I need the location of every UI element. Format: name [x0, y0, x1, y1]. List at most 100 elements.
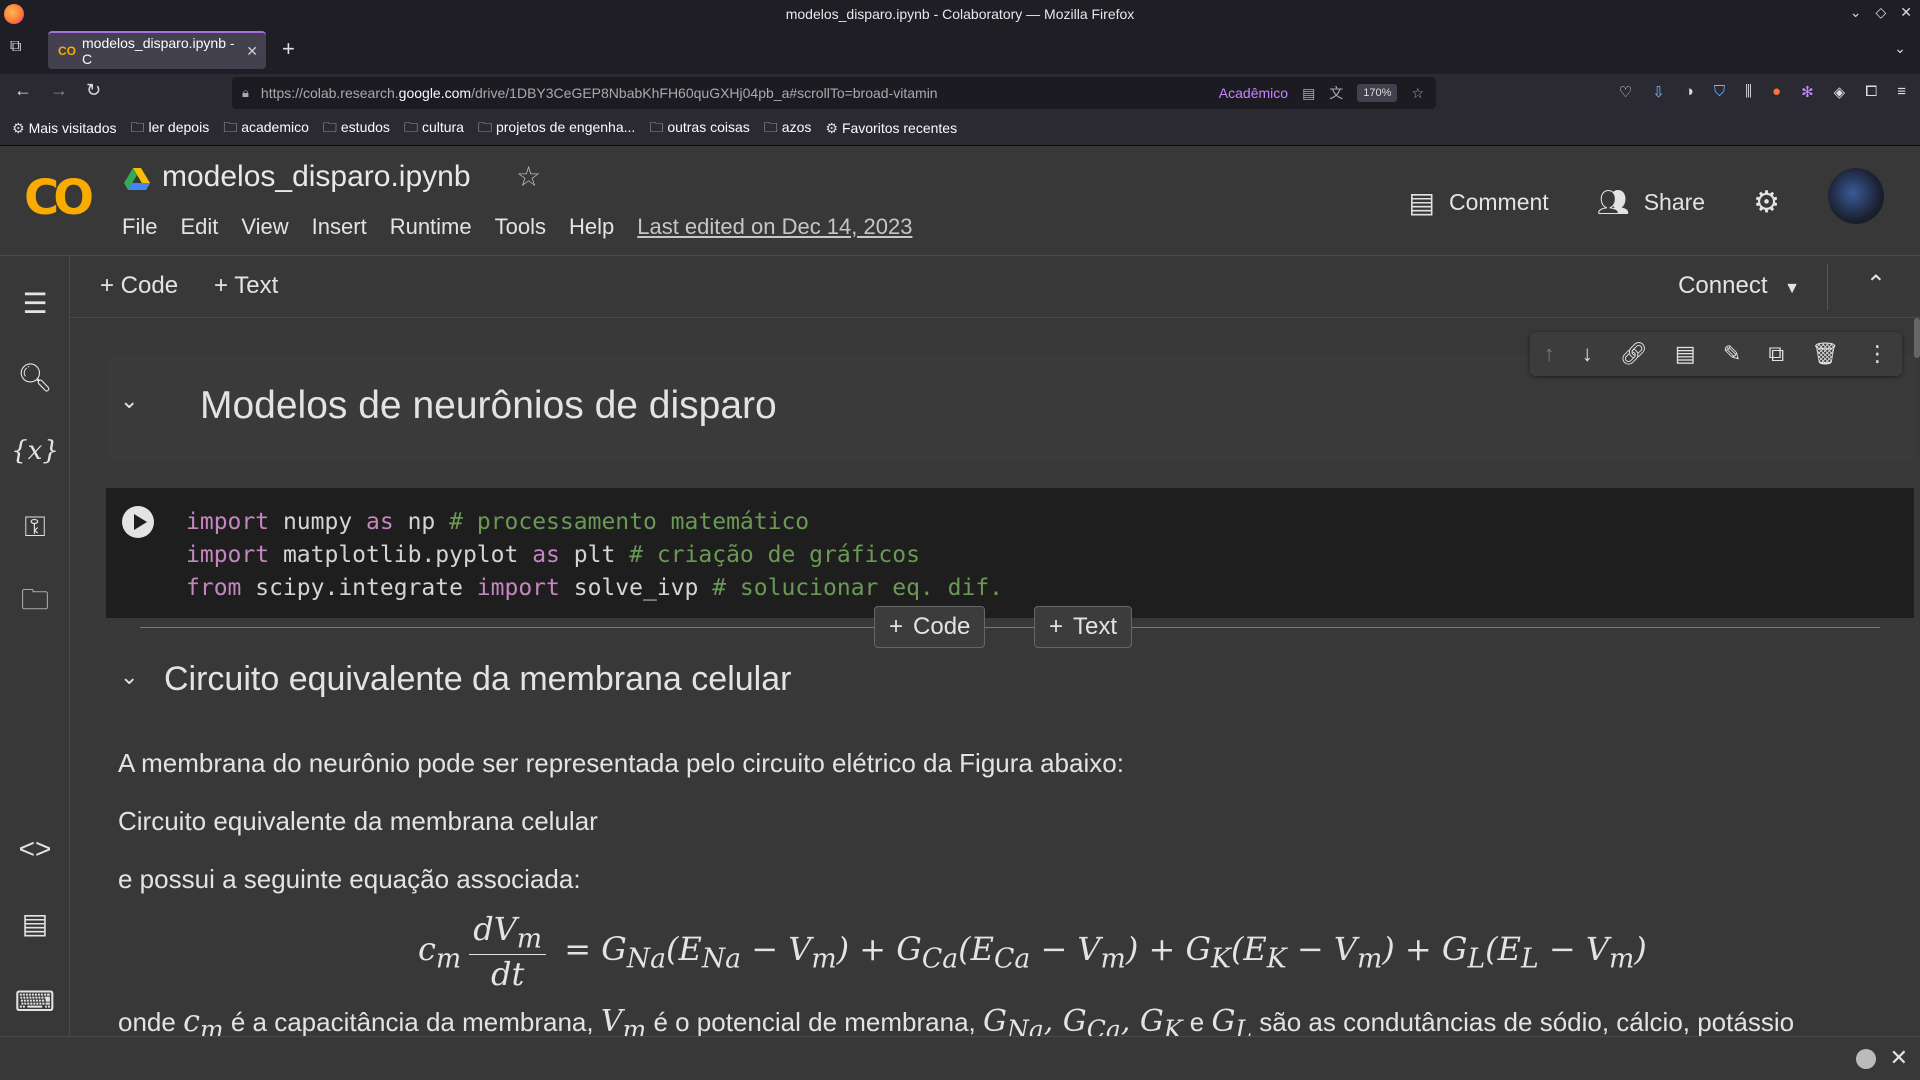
people-icon: 👥︎ — [1596, 186, 1630, 217]
url-bar[interactable]: 🔒︎ https://colab.research. google.com/dri… — [232, 77, 1436, 109]
bookmark-item[interactable]: ⚙︎ Mais visitados — [12, 120, 116, 137]
extension-diamond-icon[interactable]: ◈ — [1834, 83, 1846, 101]
comment-cell-icon[interactable]: ▤ — [1675, 341, 1696, 367]
collapse-section-icon[interactable]: ⌄ — [120, 664, 138, 690]
extensions-icon[interactable]: ⧠ — [1865, 83, 1877, 101]
code-editor[interactable]: import numpy as np # processamento matem… — [186, 506, 1003, 605]
colab-favicon-icon: CO — [58, 44, 76, 58]
ublock-icon[interactable]: ⛉ — [1714, 83, 1725, 101]
firefox-logo-icon — [4, 4, 24, 24]
nav-bar: ← → ↻ 🔒︎ https://colab.research. google.c… — [0, 74, 1920, 112]
extensions-toolbar: ♡ ⇩ ◑ ⛉ ⫼ ● ✻ ◈ ⧠ ≡ — [1619, 83, 1906, 101]
bottom-status-bar: ✕ — [0, 1036, 1920, 1080]
run-cell-button[interactable] — [122, 506, 154, 538]
chevron-down-icon[interactable]: ▼ — [1784, 280, 1800, 297]
container-label[interactable]: Acadêmico — [1219, 85, 1288, 101]
bookmark-folder[interactable]: 🗀︎ outras coisas — [649, 117, 749, 141]
google-drive-icon[interactable] — [124, 168, 150, 190]
folder-icon[interactable]: 🗀︎ — [16, 584, 54, 622]
more-options-icon[interactable]: ⋮ — [1866, 341, 1888, 367]
menu-edit[interactable]: Edit — [180, 214, 218, 240]
new-tab-icon[interactable]: + — [282, 36, 295, 62]
bookmark-folder[interactable]: 🗀︎ estudos — [323, 117, 390, 141]
reader-view-icon[interactable]: ▤ — [1302, 85, 1315, 102]
paragraph: onde cm é a capacitância da membrana, Vm… — [118, 1004, 1795, 1036]
share-label: Share — [1643, 188, 1706, 215]
minimize-icon[interactable]: ⌄ — [1850, 4, 1862, 21]
add-text-button[interactable]: + Text — [214, 272, 278, 300]
terminal-icon[interactable]: ⌨︎ — [15, 982, 55, 1020]
notebook-title[interactable]: modelos_disparo.ipynb — [162, 160, 471, 194]
heading-text: Circuito equivalente da membrana celular — [164, 660, 792, 698]
forward-icon[interactable]: → — [50, 80, 68, 101]
browser-tab[interactable]: CO modelos_disparo.ipynb - C ✕ — [48, 31, 266, 69]
table-of-contents-icon[interactable]: ☰ — [16, 284, 54, 322]
notebook-toolbar: + Code + Text Connect ▼ ⌃ — [70, 256, 1920, 318]
close-tab-icon[interactable]: ✕ — [246, 43, 258, 60]
bookmark-folder[interactable]: 🗀︎ ler depois — [130, 117, 209, 141]
move-down-icon[interactable]: ↓ — [1582, 341, 1593, 367]
plus-icon: + — [889, 613, 904, 640]
mirror-cell-icon[interactable]: ⧉ — [1768, 341, 1784, 367]
last-edited-link[interactable]: Last edited on Dec 14, 2023 — [637, 214, 912, 240]
command-palette-icon[interactable]: ▤ — [16, 904, 54, 942]
extension-orange-icon[interactable]: ● — [1772, 83, 1781, 101]
tab-list-icon[interactable]: ⧉ — [10, 38, 21, 56]
variables-icon[interactable]: {x} — [11, 432, 59, 470]
notebook-content: ⌄ Modelos de neurônios de disparo ↑ ↓ 🔗︎… — [70, 318, 1920, 1036]
settings-gear-icon[interactable]: ⚙︎ — [1753, 185, 1780, 220]
comment-label: Comment — [1449, 188, 1549, 215]
maximize-icon[interactable]: ◇ — [1875, 4, 1886, 21]
insert-code-button[interactable]: + Code — [874, 606, 986, 648]
lock-icon[interactable]: 🔒︎ — [242, 85, 249, 101]
reload-icon[interactable]: ↻ — [86, 80, 101, 101]
bookmark-star-icon[interactable]: ☆ — [1411, 85, 1424, 102]
move-up-icon[interactable]: ↑ — [1544, 341, 1555, 367]
pocket-icon[interactable]: ♡ — [1619, 83, 1632, 101]
url-path: /drive/1DBY3CeGEP8NbabKhFH60quGXHj04pb_a… — [471, 85, 938, 101]
star-icon[interactable]: ☆ — [516, 160, 541, 193]
key-icon[interactable]: ⚿ — [16, 508, 54, 546]
menu-icon[interactable]: ≡ — [1897, 83, 1906, 101]
close-icon[interactable]: ✕ — [1890, 1045, 1908, 1071]
downloads-icon[interactable]: ⇩ — [1652, 83, 1665, 101]
plus-icon: + — [1049, 613, 1064, 640]
list-all-tabs-icon[interactable]: ⌄ — [1894, 40, 1906, 57]
bookmark-item[interactable]: ⚙︎ Favoritos recentes — [825, 120, 957, 137]
bookmark-folder[interactable]: 🗀︎ cultura — [404, 117, 464, 141]
bookmark-folder[interactable]: 🗀︎ projetos de engenha... — [478, 117, 635, 141]
collapse-header-icon[interactable]: ⌃ — [1866, 270, 1886, 299]
connect-button[interactable]: Connect ▼ — [1678, 272, 1800, 300]
comment-button[interactable]: ▤ Comment — [1409, 186, 1549, 219]
edit-pencil-icon[interactable]: ✎ — [1723, 341, 1741, 367]
menu-help[interactable]: Help — [569, 214, 614, 240]
delete-icon[interactable]: 🗑︎ — [1811, 341, 1839, 367]
translate-icon[interactable]: 文 — [1329, 83, 1343, 103]
collapse-section-icon[interactable]: ⌄ — [120, 388, 138, 414]
close-window-icon[interactable]: ✕ — [1900, 4, 1912, 21]
menu-view[interactable]: View — [241, 214, 288, 240]
extension-icon[interactable]: ◑ — [1685, 83, 1694, 101]
avatar[interactable] — [1828, 168, 1884, 224]
menu-runtime[interactable]: Runtime — [390, 214, 472, 240]
search-icon[interactable]: 🔍︎ — [16, 358, 54, 396]
bookmark-folder[interactable]: 🗀︎ academico — [223, 117, 309, 141]
scrollbar[interactable] — [1914, 318, 1920, 358]
bookmark-folder[interactable]: 🗀︎ azos — [764, 117, 812, 141]
add-code-button[interactable]: + Code — [100, 272, 178, 300]
share-button[interactable]: 👥︎ Share — [1597, 187, 1705, 218]
back-icon[interactable]: ← — [14, 80, 32, 101]
colab-logo[interactable]: CO — [24, 170, 94, 226]
status-indicator-icon[interactable] — [1856, 1049, 1876, 1069]
menu-insert[interactable]: Insert — [312, 214, 367, 240]
menu-tools[interactable]: Tools — [495, 214, 546, 240]
menu-file[interactable]: File — [122, 214, 157, 240]
insert-text-button[interactable]: + Text — [1034, 606, 1133, 648]
link-icon[interactable]: 🔗︎ — [1620, 341, 1648, 367]
paragraph: A membrana do neurônio pode ser represen… — [118, 748, 1124, 778]
zoom-level[interactable]: 170% — [1357, 84, 1398, 102]
extension-purple-icon[interactable]: ✻ — [1801, 83, 1814, 101]
library-icon[interactable]: ⫼ — [1745, 83, 1752, 101]
code-snippets-icon[interactable]: <> — [16, 830, 54, 868]
code-cell[interactable]: import numpy as np # processamento matem… — [106, 488, 1914, 618]
